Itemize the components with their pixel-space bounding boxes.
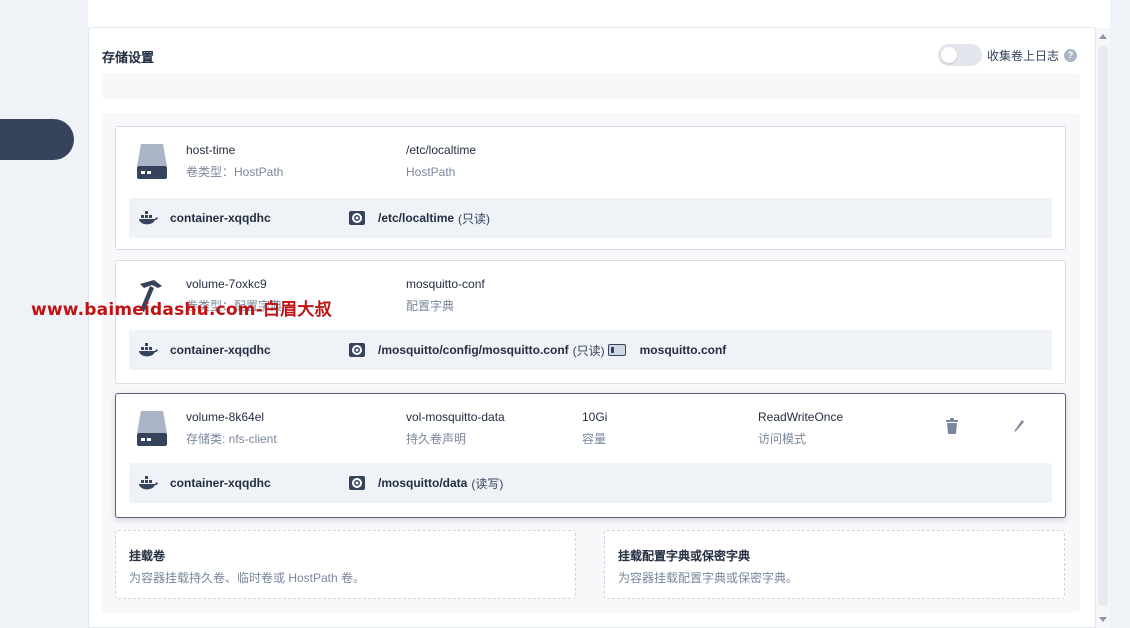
add-config-title: 挂载配置字典或保密字典 [618, 549, 751, 563]
storage-settings-panel: 存储设置 收集卷上日志 ? host-time 卷类型：HostPath /et… [88, 27, 1096, 628]
disk-icon [137, 144, 167, 179]
scroll-down-arrow-icon[interactable] [1099, 617, 1107, 622]
access-mode-value: ReadWriteOnce [758, 410, 844, 424]
docker-icon [139, 476, 158, 490]
mount-row: container-xqqdhc /etc/localtime (只读) [129, 198, 1052, 238]
capacity-label: 容量 [582, 432, 607, 446]
volume-name-col: volume-8k64el 存储类: nfs-client [186, 410, 277, 446]
volume-name: volume-7oxkc9 [186, 277, 267, 291]
volume-source-col: /etc/localtime HostPath [406, 143, 476, 179]
pvc-label: 持久卷声明 [406, 432, 467, 446]
toggle-knob [940, 47, 957, 63]
container-name: container-xqqdhc [170, 476, 271, 490]
volume-type: 卷类型：HostPath [186, 165, 284, 179]
collect-logs-toggle-group: 收集卷上日志 ? [937, 44, 1077, 66]
add-volume-title: 挂载卷 [129, 549, 166, 563]
mount-gear-icon [349, 476, 365, 490]
mount-row: container-xqqdhc /mosquitto/config/mosqu… [129, 330, 1052, 370]
info-bar [102, 73, 1080, 99]
file-icon [607, 344, 626, 356]
mount-gear-icon [349, 211, 365, 225]
top-strip [88, 0, 1110, 28]
watermark: www.baimeidashu.com-白眉大叔 [31, 300, 332, 320]
mounted-file-name: mosquitto.conf [639, 343, 727, 357]
volume-source-col: vol-mosquitto-data 持久卷声明 [406, 410, 505, 446]
mount-row: container-xqqdhc /mosquitto/data (读写) [129, 463, 1052, 503]
container-name: container-xqqdhc [170, 211, 271, 225]
collect-logs-label: 收集卷上日志 [986, 48, 1059, 63]
disk-icon [137, 411, 167, 446]
mount-path: /etc/localtime [378, 211, 455, 225]
mount-path: /mosquitto/data [378, 476, 468, 490]
capacity-value: 10Gi [582, 410, 608, 424]
volume-card-volume-7oxkc9[interactable]: volume-7oxkc9 卷类型：配置字典 mosquitto-conf 配置… [115, 260, 1066, 384]
volume-name: volume-8k64el [186, 410, 265, 424]
volume-source-col: mosquitto-conf 配置字典 [406, 277, 485, 313]
delete-icon[interactable] [945, 418, 959, 434]
mount-mode: (只读) [458, 211, 491, 226]
docker-icon [139, 211, 158, 225]
mount-mode: (读写) [471, 476, 504, 491]
mount-mode: (只读) [572, 343, 605, 358]
pvc-name: vol-mosquitto-data [406, 410, 505, 424]
volume-name-col: host-time 卷类型：HostPath [186, 143, 283, 179]
capacity-col: 10Gi 容量 [582, 410, 607, 446]
docker-icon [139, 343, 158, 357]
volume-card-header: host-time 卷类型：HostPath /etc/localtime Ho… [116, 127, 1065, 197]
vertical-scrollbar[interactable] [1096, 28, 1110, 628]
help-icon[interactable]: ? [1064, 48, 1077, 62]
volume-card-header: volume-8k64el 存储类: nfs-client vol-mosqui… [116, 394, 1065, 464]
panel-title: 存储设置 [102, 50, 155, 65]
scroll-thumb[interactable] [1098, 46, 1108, 606]
storage-class: 存储类: nfs-client [186, 432, 277, 446]
access-mode-col: ReadWriteOnce 访问模式 [758, 410, 843, 446]
sidebar-active-pill[interactable] [0, 119, 74, 160]
volume-source-type: 配置字典 [406, 299, 455, 313]
scroll-up-arrow-icon[interactable] [1099, 34, 1107, 39]
volume-source: /etc/localtime [406, 143, 477, 157]
add-config-button[interactable]: 挂载配置字典或保密字典 为容器挂载配置字典或保密字典。 [604, 530, 1065, 599]
add-volume-desc: 为容器挂载持久卷、临时卷或 HostPath 卷。 [129, 571, 366, 585]
mount-path: /mosquitto/config/mosquitto.conf [378, 343, 569, 357]
access-mode-label: 访问模式 [758, 432, 807, 446]
volume-source: mosquitto-conf [406, 277, 485, 291]
edit-icon[interactable] [1012, 418, 1026, 434]
collect-logs-toggle[interactable] [937, 44, 982, 66]
add-volume-button[interactable]: 挂载卷 为容器挂载持久卷、临时卷或 HostPath 卷。 [115, 530, 576, 599]
volume-source-type: HostPath [406, 165, 456, 179]
volume-card-volume-8k64el[interactable]: volume-8k64el 存储类: nfs-client vol-mosqui… [115, 393, 1066, 518]
mount-gear-icon [349, 343, 365, 357]
volume-name: host-time [186, 143, 236, 157]
container-name: container-xqqdhc [170, 343, 271, 357]
volume-card-host-time[interactable]: host-time 卷类型：HostPath /etc/localtime Ho… [115, 126, 1066, 250]
add-config-desc: 为容器挂载配置字典或保密字典。 [618, 571, 799, 585]
